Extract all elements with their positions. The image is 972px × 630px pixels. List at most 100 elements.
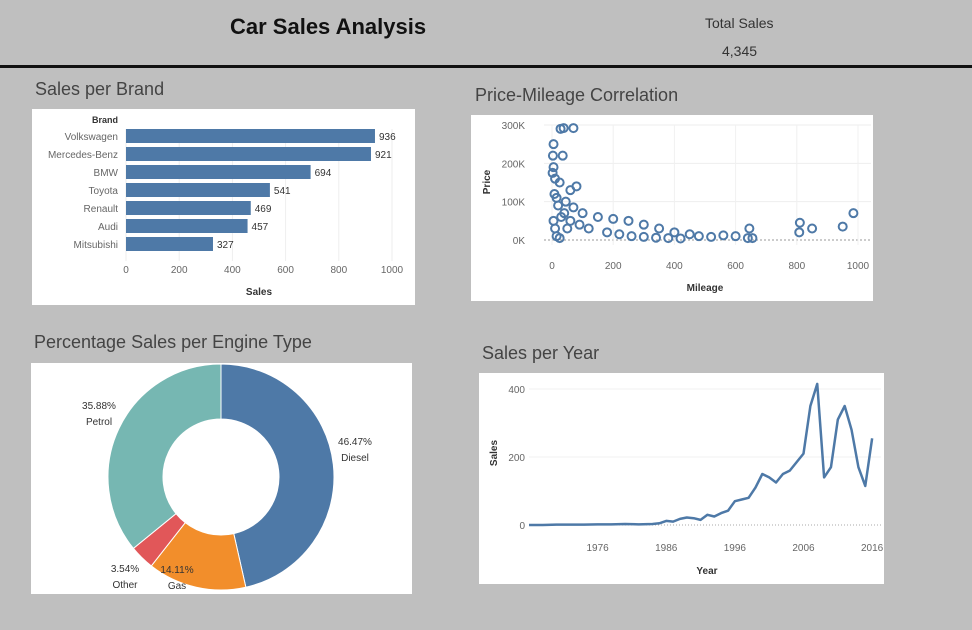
scatter-point[interactable]: [557, 150, 568, 161]
bar-value-label: 694: [315, 168, 332, 179]
scatter-point[interactable]: [663, 233, 674, 244]
scatter-point[interactable]: [568, 202, 579, 213]
bar[interactable]: [126, 165, 311, 179]
bar-y-axis-title: Brand: [92, 115, 118, 125]
scatter-x-tick-label: 400: [666, 261, 683, 272]
line-y-tick-label: 0: [519, 521, 525, 532]
bar-category-label: BMW: [94, 168, 119, 179]
scatter-point[interactable]: [638, 219, 649, 230]
line-y-axis-title: Sales: [489, 439, 500, 466]
donut-percent-label: 3.54%: [111, 564, 139, 575]
scatter-y-tick-label: 300K: [502, 121, 526, 132]
bar-x-tick-label: 200: [171, 265, 188, 276]
scatter-point[interactable]: [614, 229, 625, 240]
engine-section-title: Percentage Sales per Engine Type: [34, 332, 312, 352]
bar-x-tick-label: 800: [330, 265, 347, 276]
scatter-point[interactable]: [848, 208, 859, 219]
engine-donut-chart[interactable]: 46.47% Diesel 14.11% Gas 3.54% Other 35.88% Pet…: [31, 363, 412, 594]
scatter-y-axis-title: Price: [482, 169, 493, 194]
line-x-axis-title: Year: [696, 566, 717, 577]
bar-value-label: 469: [255, 204, 272, 215]
bar-value-label: 457: [252, 222, 269, 233]
scatter-point[interactable]: [744, 223, 755, 234]
bar[interactable]: [126, 147, 371, 161]
scatter-x-tick-label: 0: [549, 261, 555, 272]
bar-value-label: 921: [375, 150, 392, 161]
total-sales-value: 4,345: [722, 43, 758, 59]
scatter-y-tick-label: 200K: [502, 159, 526, 170]
scatter-point[interactable]: [706, 231, 717, 242]
header-divider: [0, 65, 972, 68]
scatter-point[interactable]: [548, 215, 559, 226]
scatter-point[interactable]: [574, 219, 585, 230]
scatter-x-tick-label: 200: [605, 261, 622, 272]
scatter-point[interactable]: [548, 139, 559, 150]
line-y-tick-label: 200: [508, 453, 525, 464]
scatter-section-title: Price-Mileage Correlation: [475, 85, 679, 105]
scatter-point[interactable]: [837, 221, 848, 232]
scatter-point[interactable]: [577, 208, 588, 219]
scatter-point[interactable]: [638, 231, 649, 242]
scatter-y-tick-label: 0K: [513, 236, 526, 247]
bar-category-label: Toyota: [89, 186, 119, 197]
line-x-tick-label: 2006: [792, 543, 815, 554]
engine-chart-card: 46.47% Diesel 14.11% Gas 3.54% Other 35.88% Pet…: [31, 363, 412, 594]
bar-category-label: Audi: [98, 222, 118, 233]
donut-category-label: Gas: [168, 581, 186, 592]
scatter-point[interactable]: [675, 233, 686, 244]
year-chart-card: 0 200 400 1976 1986 1996 2006 2016 Year Sales: [479, 373, 884, 584]
bar[interactable]: [126, 219, 248, 233]
donut-percent-label: 14.11%: [160, 565, 193, 576]
bar[interactable]: [126, 237, 213, 251]
scatter-chart-card: 0K 100K 200K 300K 0 200 400 600 800 1000 Mileage Pr…: [471, 115, 873, 301]
scatter-point[interactable]: [654, 223, 665, 234]
line-y-tick-label: 400: [508, 385, 525, 396]
scatter-point[interactable]: [626, 231, 637, 242]
scatter-point[interactable]: [718, 230, 729, 241]
year-section-title: Sales per Year: [482, 343, 600, 363]
line-x-tick-label: 2016: [861, 543, 884, 554]
scatter-point[interactable]: [547, 150, 558, 161]
scatter-point[interactable]: [583, 223, 594, 234]
bar-x-tick-label: 1000: [381, 265, 404, 276]
scatter-point[interactable]: [592, 212, 603, 222]
price-mileage-scatter[interactable]: 0K 100K 200K 300K 0 200 400 600 800 1000 Mileage Pr…: [471, 115, 873, 301]
brand-bar-chart[interactable]: 0 200 400 600 800 1000 Brand Sales Volkswagen 936…: [32, 109, 415, 305]
dashboard-title: Car Sales Analysis: [230, 14, 427, 39]
scatter-point[interactable]: [693, 231, 704, 242]
bar[interactable]: [126, 201, 251, 215]
scatter-point[interactable]: [807, 223, 818, 234]
scatter-point[interactable]: [623, 215, 634, 226]
donut-slice-petrol[interactable]: [107, 363, 222, 550]
bar-x-tick-label: 400: [224, 265, 241, 276]
brand-section-title: Sales per Brand: [35, 79, 165, 99]
scatter-x-tick-label: 1000: [847, 261, 870, 272]
bar-category-label: Mitsubishi: [74, 240, 118, 251]
bar-x-axis-title: Sales: [246, 287, 273, 298]
scatter-point[interactable]: [684, 229, 695, 240]
bar-x-tick-label: 0: [123, 265, 129, 276]
donut-percent-label: 46.47%: [338, 437, 372, 448]
scatter-x-tick-label: 600: [727, 261, 744, 272]
scatter-point[interactable]: [562, 223, 573, 234]
scatter-point[interactable]: [553, 200, 564, 211]
donut-category-label: Petrol: [86, 417, 112, 428]
bar[interactable]: [126, 183, 270, 197]
sales-year-series-line[interactable]: [529, 382, 874, 527]
bar-value-label: 327: [217, 240, 234, 251]
scatter-point[interactable]: [571, 181, 582, 192]
scatter-point[interactable]: [602, 227, 613, 238]
sales-year-line-chart[interactable]: 0 200 400 1976 1986 1996 2006 2016 Year Sales: [479, 373, 884, 584]
scatter-x-tick-label: 800: [788, 261, 805, 272]
line-x-tick-label: 1986: [655, 543, 678, 554]
bar-value-label: 936: [379, 132, 396, 143]
line-x-tick-label: 1976: [587, 543, 610, 554]
bar-category-label: Mercedes-Benz: [48, 150, 118, 161]
donut-percent-label: 35.88%: [82, 401, 116, 412]
donut-category-label: Diesel: [341, 453, 369, 464]
line-x-tick-label: 1996: [724, 543, 747, 554]
donut-category-label: Other: [112, 580, 138, 591]
bar-category-label: Volkswagen: [65, 132, 118, 143]
bar[interactable]: [126, 129, 375, 143]
scatter-x-axis-title: Mileage: [687, 283, 724, 294]
